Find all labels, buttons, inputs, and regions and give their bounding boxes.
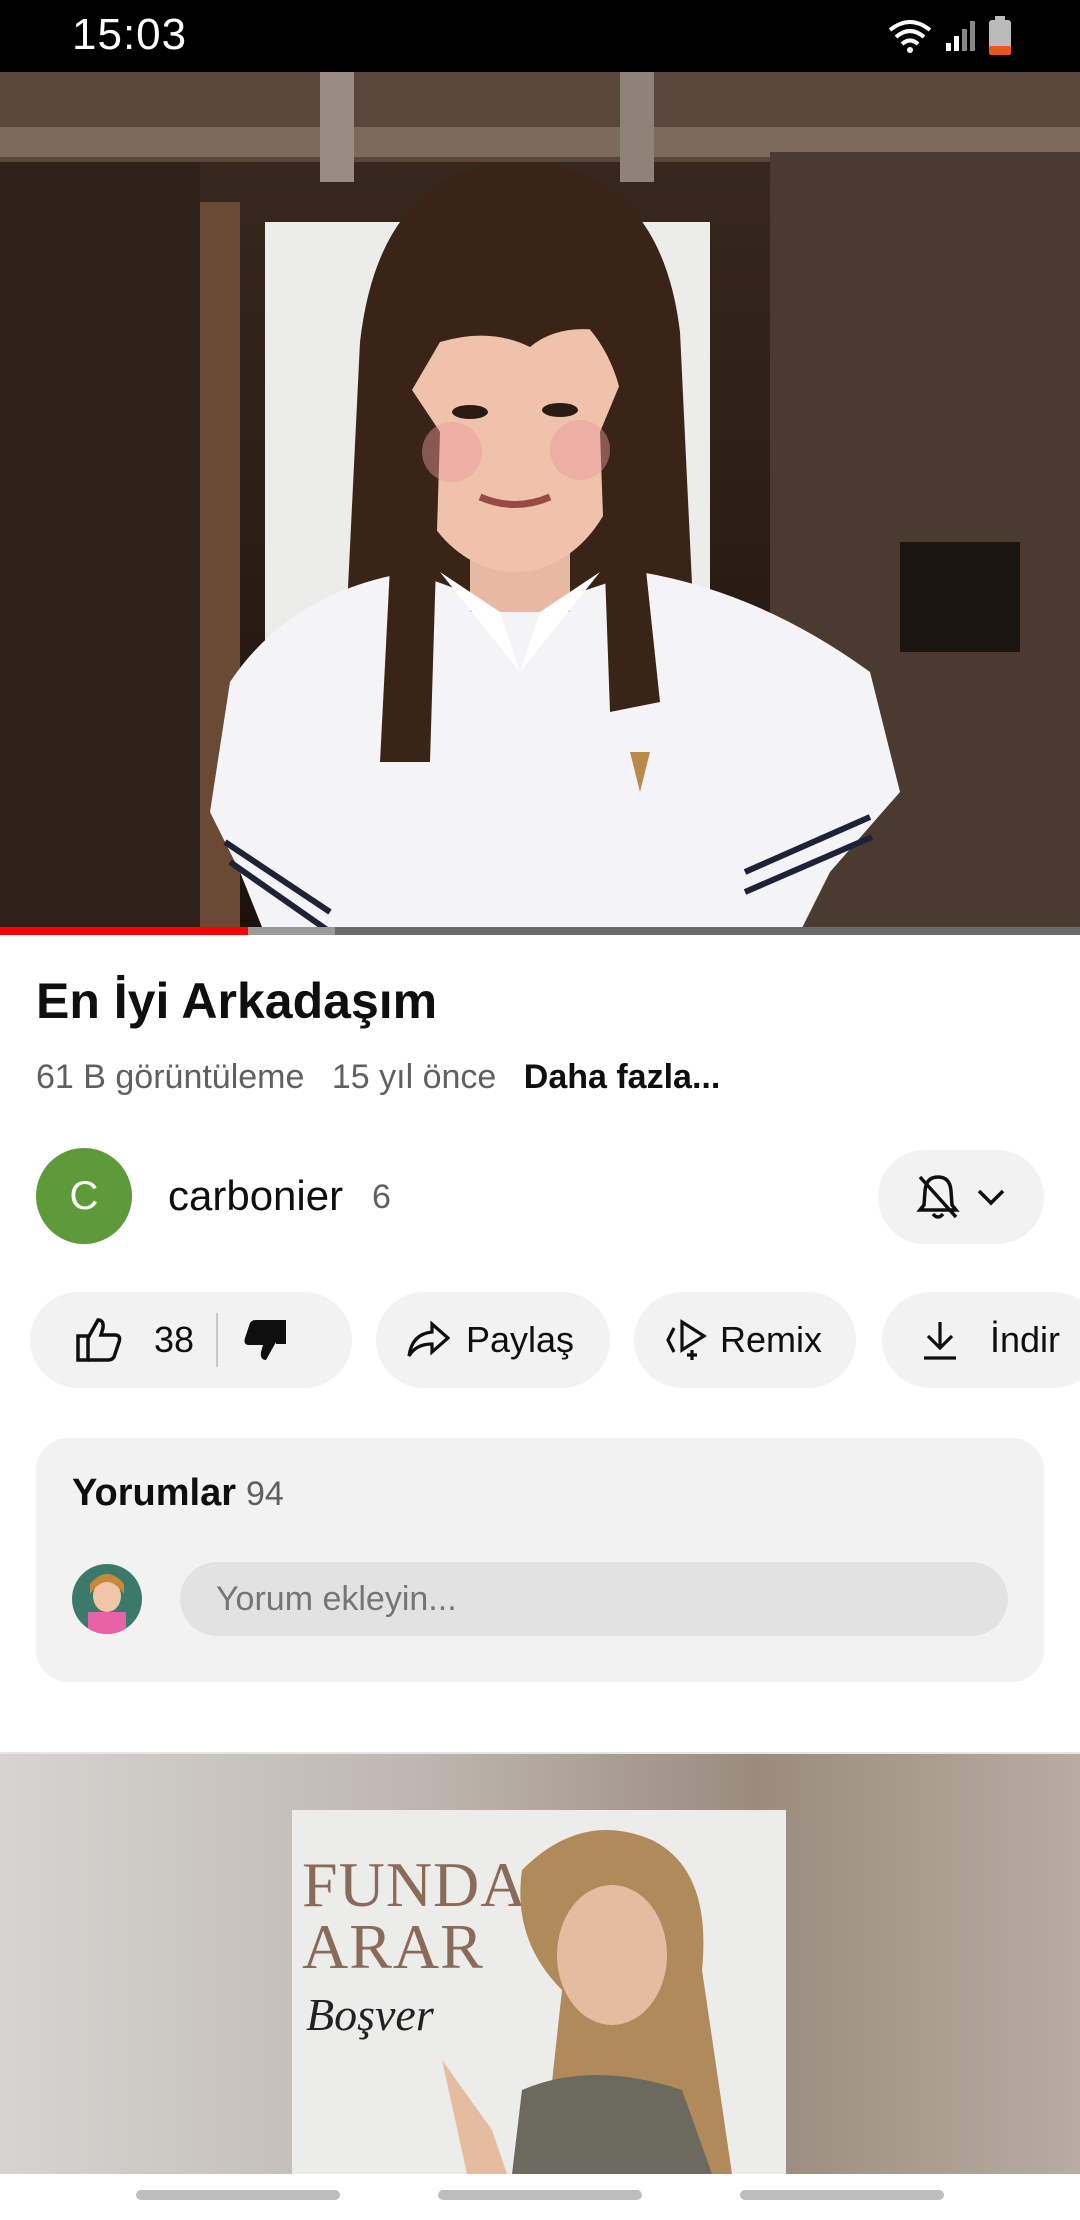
video-player[interactable] (0, 72, 1080, 934)
nav-back-button[interactable] (740, 2190, 944, 2200)
battery-icon (989, 16, 1011, 55)
status-time: 15:03 (72, 10, 188, 59)
channel-row[interactable]: C carbonier 6 (36, 1148, 1044, 1246)
like-count[interactable]: 38 (154, 1319, 194, 1361)
more-link[interactable]: Daha fazla... (524, 1058, 721, 1096)
wifi-icon (888, 20, 932, 53)
download-label: İndir (990, 1319, 1061, 1360)
channel-name[interactable]: carbonier (168, 1172, 343, 1220)
comments-count: 94 (246, 1475, 284, 1513)
like-divider (216, 1313, 219, 1367)
add-comment-input[interactable] (180, 1562, 1008, 1636)
nav-home-button[interactable] (438, 2190, 642, 2200)
user-avatar (72, 1564, 142, 1634)
signal-icon (946, 21, 975, 51)
status-icons (886, 16, 1012, 56)
comments-panel[interactable]: Yorumlar 94 (36, 1438, 1044, 1682)
like-icon[interactable] (74, 1316, 124, 1364)
video-progress-bar[interactable] (0, 927, 1080, 935)
status-bar: 15:03 (0, 0, 1080, 72)
like-dislike-pill: 38 (30, 1292, 352, 1388)
video-meta[interactable]: 61 B görüntüleme 15 yıl önce Daha fazla.… (36, 1058, 738, 1097)
remix-button[interactable]: Remix (634, 1292, 856, 1388)
video-frame-image (0, 72, 1080, 934)
dislike-icon[interactable] (240, 1316, 290, 1364)
system-nav-bar (0, 2174, 1080, 2220)
progress-played (0, 927, 249, 935)
channel-avatar[interactable]: C (36, 1148, 132, 1244)
download-button[interactable]: İndir (882, 1292, 1080, 1388)
upload-age: 15 yıl önce (331, 1058, 497, 1096)
remix-label: Remix (720, 1319, 823, 1360)
nav-recents-button[interactable] (136, 2190, 340, 2200)
bell-off-icon (916, 1175, 960, 1219)
remix-icon (666, 1319, 707, 1360)
view-count: 61 B görüntüleme (36, 1058, 305, 1096)
notification-settings-button[interactable] (878, 1150, 1044, 1244)
share-icon (407, 1320, 450, 1357)
album-portrait-image (442, 1830, 732, 2174)
share-label: Paylaş (466, 1319, 575, 1360)
action-bar: 38 Paylaş Remix İndir (30, 1292, 1080, 1388)
download-icon (924, 1322, 956, 1360)
chevron-down-icon (977, 1189, 1005, 1206)
album-cover: FUNDA ARAR Boşver (292, 1810, 786, 2174)
video-title[interactable]: En İyi Arkadaşım (36, 972, 437, 1030)
comments-header: Yorumlar 94 (72, 1472, 284, 1515)
next-video-thumbnail[interactable]: FUNDA ARAR Boşver (0, 1754, 1080, 2174)
subscriber-count: 6 (372, 1178, 391, 1216)
share-button[interactable]: Paylaş (376, 1292, 610, 1388)
comments-title: Yorumlar (72, 1472, 237, 1514)
